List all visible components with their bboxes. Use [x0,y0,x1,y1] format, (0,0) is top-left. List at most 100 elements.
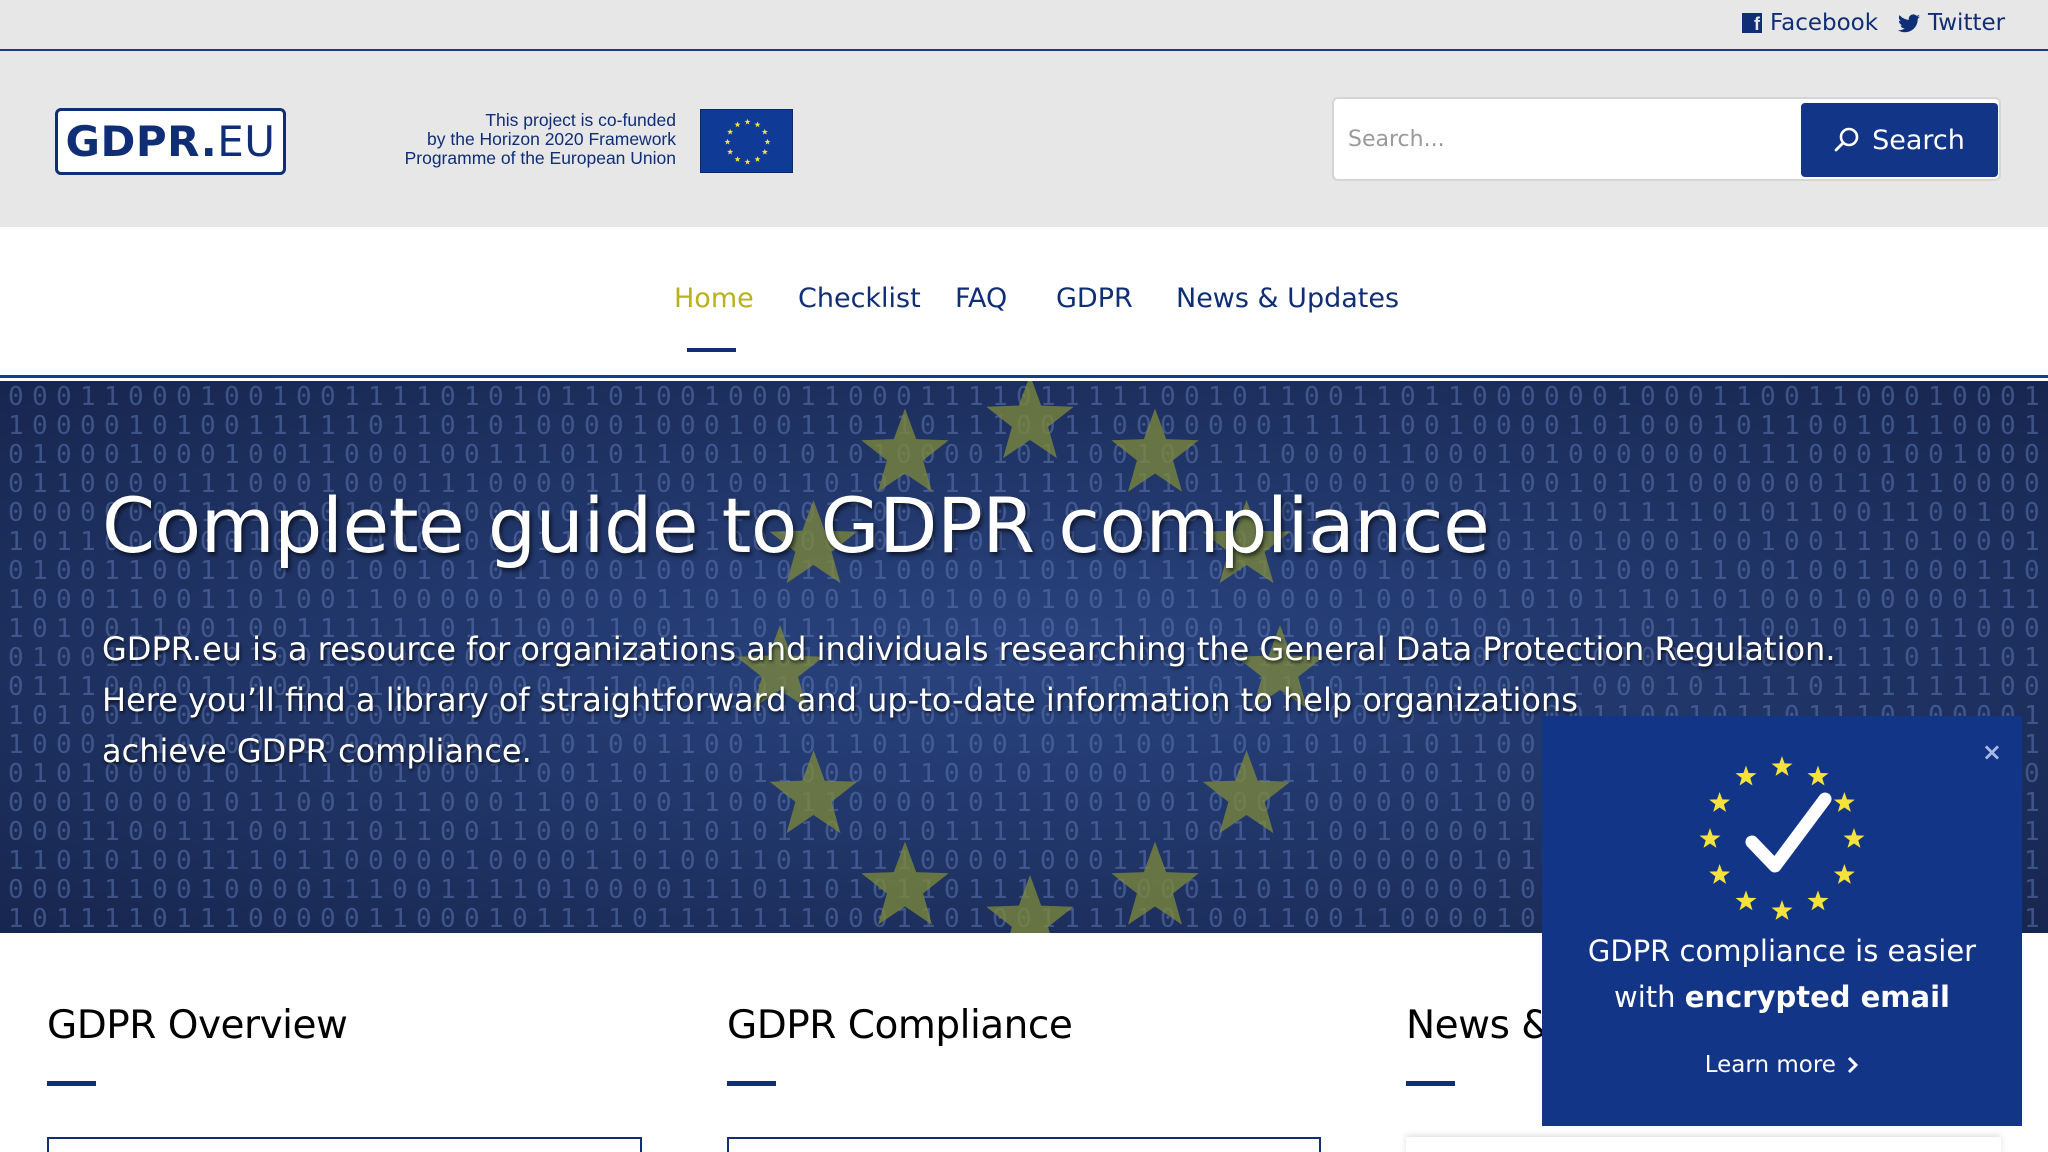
svg-text:0: 0 [1592,469,1608,499]
compliance-card[interactable] [727,1137,1321,1152]
svg-text:0: 0 [296,875,312,905]
flag-star-icon [724,138,731,145]
svg-text:1: 1 [872,411,888,441]
svg-text:1: 1 [1520,846,1536,876]
svg-text:0: 0 [152,788,168,818]
svg-text:1: 1 [104,585,120,615]
svg-text:1: 1 [944,817,960,847]
svg-text:1: 1 [1856,614,1872,644]
svg-text:1: 1 [632,382,648,412]
search-button[interactable]: Search [1801,103,1998,177]
svg-text:0: 0 [8,788,24,818]
learn-more-link[interactable]: Learn more [1542,1052,2022,1078]
svg-text:1: 1 [1304,846,1320,876]
svg-text:0: 0 [1976,527,1992,557]
svg-text:1: 1 [464,846,480,876]
svg-text:0: 0 [848,904,864,933]
svg-text:1: 1 [368,875,384,905]
gdpr-eu-logo[interactable]: GDPR. EU [55,108,286,175]
nav-item-home[interactable]: Home [674,283,754,314]
svg-text:0: 0 [1640,382,1656,412]
svg-text:0: 0 [344,440,360,470]
svg-text:0: 0 [872,788,888,818]
svg-text:0: 0 [1232,904,1248,933]
nav-item-checklist[interactable]: Checklist [798,283,921,314]
svg-text:1: 1 [224,585,240,615]
svg-text:1: 1 [2024,875,2040,905]
svg-text:1: 1 [1040,585,1056,615]
svg-text:0: 0 [248,382,264,412]
svg-text:0: 0 [2024,672,2040,702]
svg-text:1: 1 [1856,643,1872,673]
svg-text:0: 0 [1976,614,1992,644]
svg-text:1: 1 [1904,411,1920,441]
svg-text:1: 1 [224,904,240,933]
svg-text:0: 0 [752,382,768,412]
svg-text:1: 1 [104,904,120,933]
svg-text:0: 0 [560,817,576,847]
nav-item-news-updates[interactable]: News & Updates [1176,283,1399,314]
svg-text:0: 0 [776,382,792,412]
svg-text:0: 0 [632,788,648,818]
news-card[interactable] [1406,1137,2001,1152]
svg-text:0: 0 [1712,527,1728,557]
svg-text:1: 1 [1184,904,1200,933]
svg-text:0: 0 [440,846,456,876]
svg-text:0: 0 [752,411,768,441]
svg-text:1: 1 [1280,382,1296,412]
svg-text:1: 1 [1304,817,1320,847]
svg-text:1: 1 [1856,672,1872,702]
svg-text:1: 1 [1568,411,1584,441]
nav-item-gdpr[interactable]: GDPR [1056,283,1133,314]
svg-text:0: 0 [1232,411,1248,441]
svg-text:1: 1 [392,904,408,933]
svg-text:1: 1 [944,382,960,412]
svg-text:1: 1 [2024,411,2040,441]
svg-text:1: 1 [296,440,312,470]
facebook-link[interactable]: f Facebook [1742,10,1878,36]
svg-text:0: 0 [56,556,72,586]
svg-text:1: 1 [1904,498,1920,528]
eu-flag-icon [700,109,793,173]
svg-text:1: 1 [1568,498,1584,528]
svg-text:0: 0 [1472,875,1488,905]
svg-text:0: 0 [416,585,432,615]
svg-text:1: 1 [272,788,288,818]
svg-text:1: 1 [1592,556,1608,586]
svg-text:1: 1 [368,382,384,412]
nav-item-faq[interactable]: FAQ [955,283,1007,314]
svg-text:1: 1 [824,846,840,876]
svg-text:1: 1 [896,817,912,847]
svg-text:0: 0 [2000,498,2016,528]
search-input[interactable] [1348,113,1788,165]
svg-text:0: 0 [296,904,312,933]
svg-text:1: 1 [752,846,768,876]
svg-text:0: 0 [32,875,48,905]
svg-text:0: 0 [128,382,144,412]
svg-text:1: 1 [728,875,744,905]
svg-text:1: 1 [584,904,600,933]
svg-text:0: 0 [1640,411,1656,441]
svg-text:0: 0 [848,788,864,818]
svg-text:1: 1 [584,846,600,876]
svg-text:0: 0 [704,585,720,615]
svg-text:1: 1 [632,411,648,441]
svg-text:1: 1 [1520,817,1536,847]
svg-text:1: 1 [1304,411,1320,441]
overview-card[interactable] [47,1137,642,1152]
close-icon[interactable]: × [1982,738,2002,766]
svg-text:1: 1 [2024,382,2040,412]
twitter-link[interactable]: Twitter [1898,10,2005,36]
svg-text:0: 0 [464,788,480,818]
svg-text:1: 1 [1760,527,1776,557]
svg-text:1: 1 [2024,904,2040,933]
svg-text:0: 0 [344,904,360,933]
svg-text:0: 0 [920,817,936,847]
svg-text:1: 1 [32,759,48,789]
svg-text:1: 1 [1208,382,1224,412]
svg-text:1: 1 [1472,846,1488,876]
svg-text:0: 0 [656,382,672,412]
svg-text:0: 0 [80,556,96,586]
svg-text:1: 1 [1448,382,1464,412]
svg-text:0: 0 [1592,498,1608,528]
